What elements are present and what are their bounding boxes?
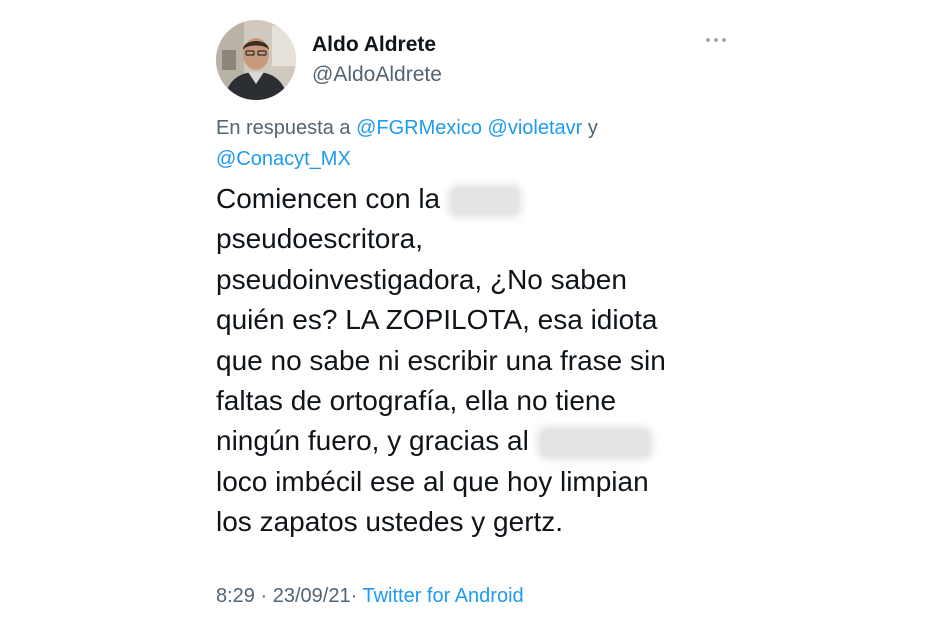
tweet-text-segment: Comiencen con la bbox=[216, 183, 441, 214]
user-handle[interactable]: @AldoAldrete bbox=[312, 63, 442, 87]
tweet-text: Comiencen con la pseudoescritora, pseudo… bbox=[216, 179, 756, 543]
avatar[interactable] bbox=[216, 20, 296, 100]
reply-conjunction: y bbox=[587, 117, 598, 139]
user-avatar-photo bbox=[216, 20, 296, 100]
tweet-text-segment: ningún fuero, y gracias al bbox=[216, 425, 529, 457]
tweet-text-line: ningún fuero, y gracias al bbox=[216, 421, 756, 461]
tweet-text-line: quién es? LA ZOPILOTA, esa idiota bbox=[216, 304, 658, 336]
censored-word bbox=[540, 430, 649, 457]
tweet-time[interactable]: 8:29 bbox=[216, 585, 255, 607]
tweet-text-line: loco imbécil ese al que hoy limpian bbox=[216, 465, 649, 497]
tweet-text-line: que no sabe ni escribir una frase sin bbox=[216, 344, 666, 376]
tweet-meta: 8:29 · 23/09/21· Twitter for Android bbox=[216, 585, 524, 608]
tweet-date[interactable]: 23/09/21 bbox=[273, 585, 351, 607]
tweet-text-line: los zapatos ustedes y gertz. bbox=[216, 506, 564, 538]
mention-link[interactable]: @Conacyt_MX bbox=[216, 148, 351, 170]
mention-link[interactable]: @violetavr bbox=[488, 117, 583, 139]
reply-prefix: En respuesta a bbox=[216, 117, 351, 139]
more-horizontal-icon[interactable] bbox=[702, 32, 730, 48]
display-name[interactable]: Aldo Aldrete bbox=[312, 33, 436, 57]
tweet-text-line: pseudoinvestigadora, ¿No saben bbox=[216, 263, 627, 295]
meta-separator: · bbox=[260, 585, 268, 607]
tweet-text-line: faltas de ortografía, ella no tiene bbox=[216, 385, 617, 417]
meta-separator: · bbox=[350, 585, 358, 607]
censored-word bbox=[451, 187, 518, 214]
tweet-text-line: pseudoescritora, bbox=[216, 223, 424, 255]
tweet-text-line: Comiencen con la bbox=[216, 179, 756, 219]
tweet-source-link[interactable]: Twitter for Android bbox=[362, 585, 523, 607]
reply-context: En respuesta a @FGRMexico @violetavr y @… bbox=[216, 113, 696, 175]
tweet-card: Aldo Aldrete @AldoAldrete En respuesta a… bbox=[0, 0, 945, 630]
mention-link[interactable]: @FGRMexico bbox=[356, 117, 482, 139]
